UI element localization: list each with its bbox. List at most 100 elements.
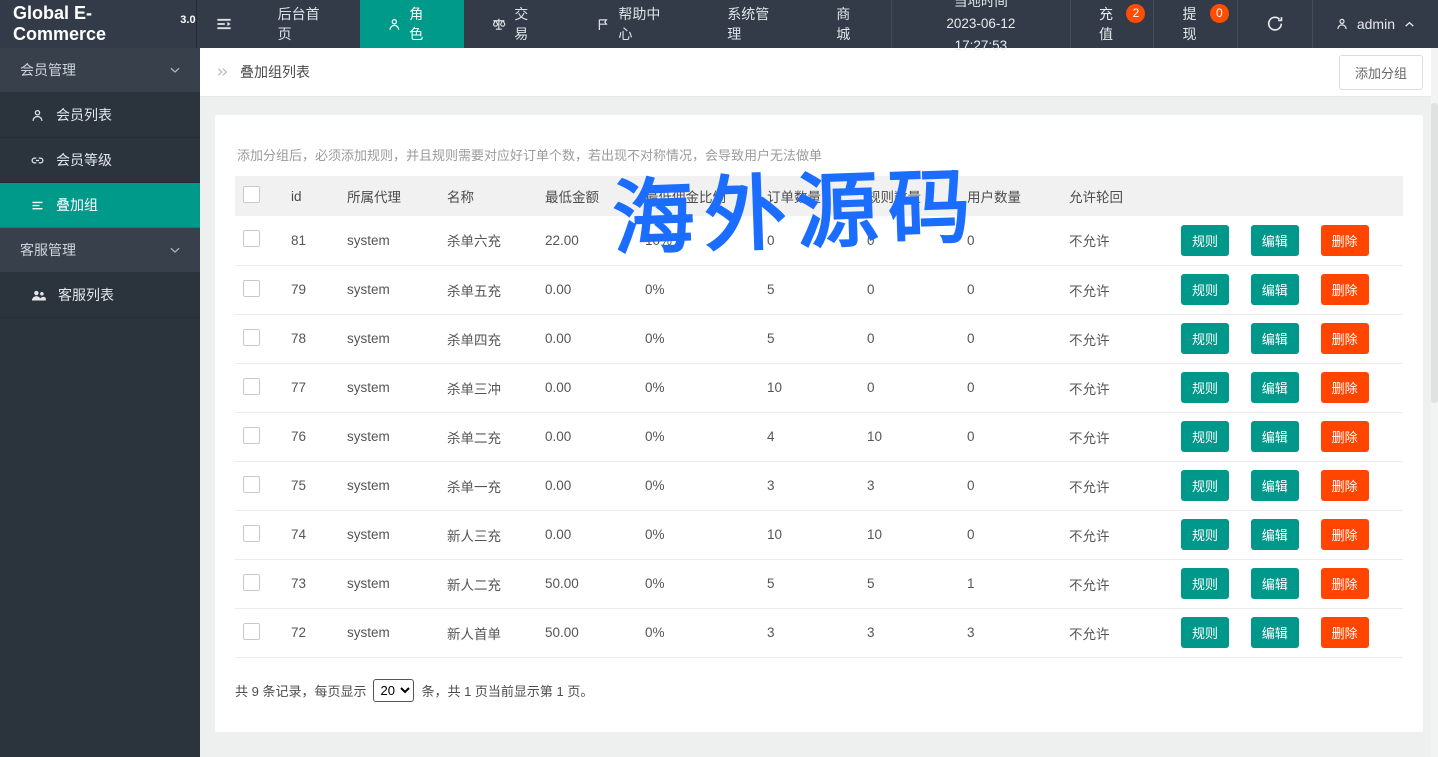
nav-item-help-center[interactable]: 帮助中心	[569, 0, 701, 48]
edit-button[interactable]: 编辑	[1251, 470, 1299, 501]
cell-min-amount: 22.00	[537, 216, 637, 265]
row-checkbox[interactable]	[243, 623, 260, 640]
cell-min-amount: 0.00	[537, 461, 637, 510]
scrollbar[interactable]	[1431, 48, 1438, 757]
rule-button[interactable]: 规则	[1181, 470, 1229, 501]
cell-id: 77	[283, 363, 339, 412]
nav-item-label: 帮助中心	[618, 4, 673, 44]
cell-rules: 0	[859, 265, 959, 314]
delete-button[interactable]: 删除	[1321, 274, 1369, 305]
add-group-button[interactable]: 添加分组	[1339, 55, 1423, 90]
app-logo-text: Global E-Commerce	[13, 3, 176, 45]
select-all-checkbox[interactable]	[243, 186, 260, 203]
nav-item-trade[interactable]: 交易	[464, 0, 569, 48]
cell-allow-cycle: 不允许	[1061, 412, 1173, 461]
row-checkbox[interactable]	[243, 378, 260, 395]
table-row: 73 system 新人二充 50.00 0% 5 5 1 不允许 规则 编辑	[235, 559, 1403, 608]
delete-button[interactable]: 删除	[1321, 225, 1369, 256]
cell-name: 杀单二充	[439, 412, 537, 461]
cell-allow-cycle: 不允许	[1061, 314, 1173, 363]
column-header-rules: 规则数量	[859, 176, 959, 216]
table-row: 72 system 新人首单 50.00 0% 3 3 3 不允许 规则 编辑	[235, 608, 1403, 657]
sidebar-group-member-management[interactable]: 会员管理	[0, 48, 200, 93]
delete-button[interactable]: 删除	[1321, 421, 1369, 452]
table-body: 81 system 杀单六充 22.00 10% 0 0 0 不允许 规则 编辑	[235, 216, 1403, 657]
sidebar-item-member-list[interactable]: 会员列表	[0, 93, 200, 138]
cell-users: 0	[959, 461, 1061, 510]
sidebar-item-label: 叠加组	[56, 195, 98, 215]
edit-button[interactable]: 编辑	[1251, 323, 1299, 354]
nav-item-dashboard[interactable]: 后台首页	[251, 0, 360, 48]
cell-id: 75	[283, 461, 339, 510]
edit-button[interactable]: 编辑	[1251, 225, 1299, 256]
cell-orders: 4	[759, 412, 859, 461]
pagination-prefix: 共 9 条记录，每页显示	[235, 681, 366, 700]
person-icon	[1335, 17, 1349, 31]
cell-agent: system	[339, 363, 439, 412]
rule-button[interactable]: 规则	[1181, 617, 1229, 648]
rule-button[interactable]: 规则	[1181, 225, 1229, 256]
row-checkbox[interactable]	[243, 427, 260, 444]
cell-min-amount: 0.00	[537, 412, 637, 461]
delete-button[interactable]: 删除	[1321, 617, 1369, 648]
table-header: id 所属代理 名称 最低金额 最低佣金比例 订单数量 规则数量 用户数量 允许…	[235, 176, 1403, 216]
edit-button[interactable]: 编辑	[1251, 421, 1299, 452]
edit-button[interactable]: 编辑	[1251, 372, 1299, 403]
user-name: admin	[1357, 16, 1395, 32]
nav-item-mall[interactable]: 商城	[809, 0, 890, 48]
delete-button[interactable]: 删除	[1321, 372, 1369, 403]
cell-users: 0	[959, 265, 1061, 314]
cell-orders: 5	[759, 265, 859, 314]
cell-id: 81	[283, 216, 339, 265]
cell-rules: 0	[859, 216, 959, 265]
row-checkbox[interactable]	[243, 329, 260, 346]
sidebar-group-label: 会员管理	[20, 60, 76, 80]
edit-button[interactable]: 编辑	[1251, 617, 1299, 648]
delete-button[interactable]: 删除	[1321, 323, 1369, 354]
withdraw-label: 提现	[1182, 4, 1208, 44]
cell-agent: system	[339, 216, 439, 265]
sidebar-group-service-management[interactable]: 客服管理	[0, 228, 200, 273]
withdraw-button[interactable]: 提现 0	[1154, 0, 1237, 48]
row-checkbox[interactable]	[243, 525, 260, 542]
cell-agent: system	[339, 608, 439, 657]
edit-button[interactable]: 编辑	[1251, 568, 1299, 599]
sidebar-toggle-button[interactable]	[197, 0, 251, 48]
cell-rules: 10	[859, 510, 959, 559]
scale-icon	[491, 16, 507, 32]
recharge-button[interactable]: 充值 2	[1071, 0, 1154, 48]
page-size-select[interactable]: 20	[373, 679, 414, 702]
cell-rules: 3	[859, 608, 959, 657]
sidebar: 会员管理 会员列表 会员等级 叠加组 客服管理 客服列表	[0, 48, 200, 757]
cell-agent: system	[339, 559, 439, 608]
rule-button[interactable]: 规则	[1181, 519, 1229, 550]
rule-button[interactable]: 规则	[1181, 568, 1229, 599]
delete-button[interactable]: 删除	[1321, 470, 1369, 501]
nav-item-roles[interactable]: 角色	[360, 0, 464, 48]
rule-button[interactable]: 规则	[1181, 274, 1229, 305]
chevron-down-icon	[168, 63, 182, 77]
sidebar-item-stack-group[interactable]: 叠加组	[0, 183, 200, 228]
row-checkbox[interactable]	[243, 574, 260, 591]
cell-min-commission: 0%	[637, 265, 759, 314]
sidebar-item-service-list[interactable]: 客服列表	[0, 273, 200, 318]
rule-button[interactable]: 规则	[1181, 372, 1229, 403]
scrollbar-thumb[interactable]	[1431, 103, 1438, 403]
cell-min-amount: 50.00	[537, 608, 637, 657]
row-checkbox[interactable]	[243, 230, 260, 247]
row-checkbox[interactable]	[243, 280, 260, 297]
refresh-button[interactable]	[1238, 0, 1313, 48]
user-menu[interactable]: admin	[1313, 0, 1438, 48]
delete-button[interactable]: 删除	[1321, 519, 1369, 550]
rule-button[interactable]: 规则	[1181, 323, 1229, 354]
row-checkbox[interactable]	[243, 476, 260, 493]
edit-button[interactable]: 编辑	[1251, 519, 1299, 550]
rule-button[interactable]: 规则	[1181, 421, 1229, 452]
delete-button[interactable]: 删除	[1321, 568, 1369, 599]
local-time: 当地时间 2023-06-12 17:27:53	[891, 0, 1071, 48]
cell-orders: 3	[759, 461, 859, 510]
sidebar-item-member-level[interactable]: 会员等级	[0, 138, 200, 183]
edit-button[interactable]: 编辑	[1251, 274, 1299, 305]
cell-name: 新人二充	[439, 559, 537, 608]
nav-item-system[interactable]: 系统管理	[700, 0, 809, 48]
